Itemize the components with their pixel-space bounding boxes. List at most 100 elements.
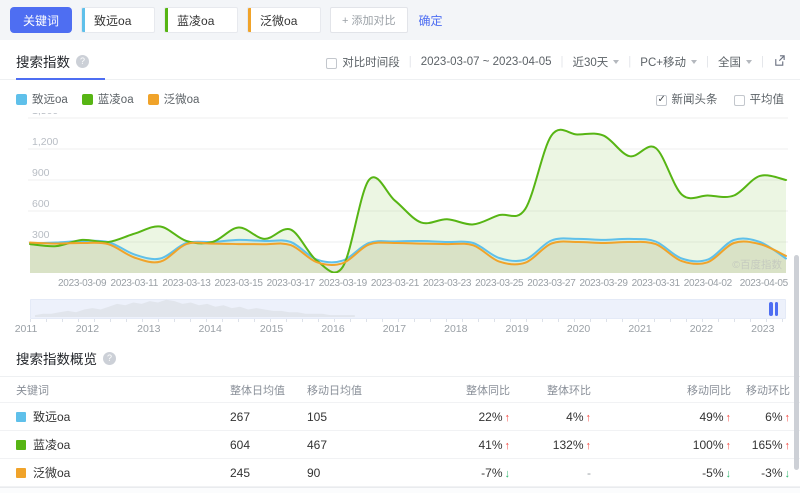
device-select[interactable]: PC+移动 (640, 54, 697, 70)
avg-value: 267 (230, 410, 307, 424)
legend-item-2[interactable]: 蓝凌oa (82, 91, 134, 107)
column-header: 整体日均值 (230, 382, 307, 398)
watermark: ©百度指数 (732, 257, 782, 272)
checkbox-icon[interactable] (734, 95, 745, 106)
confirm-link[interactable]: 确定 (419, 12, 443, 29)
help-icon[interactable]: ? (103, 352, 116, 365)
add-compare-button[interactable]: + 添加对比 (330, 7, 407, 33)
x-axis-tick: 2023-03-15 (214, 278, 262, 289)
legend-item-1[interactable]: 致远oa (16, 91, 68, 107)
table-row: 致远oa26710522%↑4%↑49%↑6%↑ (0, 403, 800, 431)
table-row: 蓝凌oa60446741%↑132%↑100%↑165%↑ (0, 431, 800, 459)
trend-cell: - (510, 466, 591, 480)
separator: | (561, 56, 564, 68)
news-headlines-label: 新闻头条 (672, 91, 718, 107)
trend-cell: 165%↑ (731, 438, 790, 452)
x-axis-tick: 2023-03-27 (527, 278, 575, 289)
avg-value: 105 (307, 410, 430, 424)
keyword-cell[interactable]: 致远oa (16, 408, 230, 425)
trend-chart-canvas[interactable]: 3006009001,2001,500 (0, 113, 800, 273)
column-header: 整体同比 (430, 382, 510, 398)
timeline-year: 2022 (690, 323, 713, 335)
range-select[interactable]: 近30天 (573, 54, 620, 70)
help-icon[interactable]: ? (76, 55, 89, 68)
keyword-cell[interactable]: 泛微oa (16, 464, 230, 481)
keyword-name: 泛微oa (33, 464, 70, 481)
timeline-track[interactable] (30, 299, 786, 319)
keyword-chip-label: 泛微oa (251, 12, 297, 29)
trend-cell: 22%↑ (430, 410, 510, 424)
keyword-cell[interactable]: 蓝凌oa (16, 436, 230, 453)
x-axis-tick: 2023-03-31 (632, 278, 680, 289)
keyword-swatch-icon (16, 412, 26, 422)
legend-swatch-icon (82, 94, 93, 105)
keyword-chip-label: 致远oa (85, 12, 131, 29)
legend-label: 泛微oa (164, 91, 200, 107)
keyword-chip-3[interactable]: 泛微oa (247, 7, 321, 33)
footer-note: ⓘ 数据更新时间：每天12-16时，受数据波动影响，可能会有延迟。 (0, 487, 800, 493)
news-headlines-toggle[interactable]: 新闻头条 (656, 91, 718, 107)
overview-table: 关键词整体日均值移动日均值整体同比整体环比移动同比移动环比致远oa2671052… (0, 377, 800, 487)
compare-period-checkbox[interactable]: 对比时间段 (326, 54, 400, 70)
column-header: 移动同比 (591, 382, 731, 398)
scrollbar[interactable] (794, 255, 799, 470)
separator: | (628, 56, 631, 68)
timeline-year-labels: 2011201220132014201520162017201820192020… (0, 323, 800, 338)
keyword-name: 致远oa (33, 408, 70, 425)
timeline-year: 2019 (506, 323, 529, 335)
trend-cell: 4%↑ (510, 410, 591, 424)
average-toggle[interactable]: 平均值 (734, 91, 785, 107)
legend-label: 蓝凌oa (98, 91, 134, 107)
trend-cell: 41%↑ (430, 438, 510, 452)
date-range[interactable]: 2023-03-07 ~ 2023-04-05 (421, 56, 552, 68)
search-index-card: 搜索指数 ? 对比时间段 | 2023-03-07 ~ 2023-04-05 |… (0, 40, 800, 487)
timeline-year: 2012 (76, 323, 99, 335)
x-axis-tick: 2023-03-19 (319, 278, 367, 289)
legend-swatch-icon (16, 94, 27, 105)
separator: | (706, 56, 709, 68)
legend-label: 致远oa (32, 91, 68, 107)
x-axis-tick: 2023-03-11 (111, 278, 158, 289)
x-axis-tick: 2023-04-02 (684, 278, 732, 289)
checkbox-icon[interactable] (326, 58, 337, 69)
timeline-year: 2021 (628, 323, 651, 335)
overview-title: 搜索指数概览 (16, 348, 97, 368)
svg-text:600: 600 (32, 198, 50, 210)
chart-legend: 致远oa 蓝凌oa 泛微oa 新闻头条 平均值 (0, 80, 800, 107)
svg-text:300: 300 (32, 229, 50, 241)
legend-item-3[interactable]: 泛微oa (148, 91, 200, 107)
export-icon[interactable] (773, 54, 786, 70)
tab-search-index[interactable]: 搜索指数 ? (16, 51, 105, 80)
chevron-down-icon (691, 60, 697, 64)
table-row: 泛微oa24590-7%↓--5%↓-3%↓ (0, 459, 800, 487)
x-axis-labels: 2023-03-092023-03-112023-03-132023-03-15… (0, 276, 800, 292)
column-header: 整体环比 (510, 382, 591, 398)
trend-cell: 100%↑ (591, 438, 731, 452)
keyword-swatch-icon (16, 468, 26, 478)
keyword-button[interactable]: 关键词 (10, 7, 72, 33)
column-header: 关键词 (16, 382, 230, 398)
timeline-handle[interactable] (769, 302, 778, 316)
checkbox-checked-icon[interactable] (656, 95, 667, 106)
keyword-chip-1[interactable]: 致远oa (81, 7, 155, 33)
keyword-chip-2[interactable]: 蓝凌oa (164, 7, 238, 33)
device-select-value: PC+移动 (640, 54, 686, 70)
timeline-year: 2023 (751, 323, 774, 335)
trend-chart[interactable]: 3006009001,2001,500 ©百度指数 (0, 113, 800, 276)
timeline-sparkline (31, 298, 785, 318)
trend-cell: -3%↓ (731, 466, 790, 480)
average-label: 平均值 (750, 91, 785, 107)
svg-text:1,200: 1,200 (32, 136, 58, 148)
tab-search-index-label: 搜索指数 (16, 51, 70, 71)
x-axis-tick: 2023-03-25 (475, 278, 523, 289)
avg-value: 467 (307, 438, 430, 452)
index-overview-section: 搜索指数概览 ? 关键词整体日均值移动日均值整体同比整体环比移动同比移动环比致远… (0, 338, 800, 487)
svg-text:900: 900 (32, 167, 50, 179)
chevron-down-icon (746, 60, 752, 64)
x-axis-tick: 2023-03-29 (579, 278, 627, 289)
timeline-slider: 2011201220132014201520162017201820192020… (0, 299, 800, 338)
region-select[interactable]: 全国 (718, 54, 752, 70)
timeline-year: 2018 (444, 323, 467, 335)
column-header: 移动环比 (731, 382, 790, 398)
range-select-value: 近30天 (573, 54, 609, 70)
